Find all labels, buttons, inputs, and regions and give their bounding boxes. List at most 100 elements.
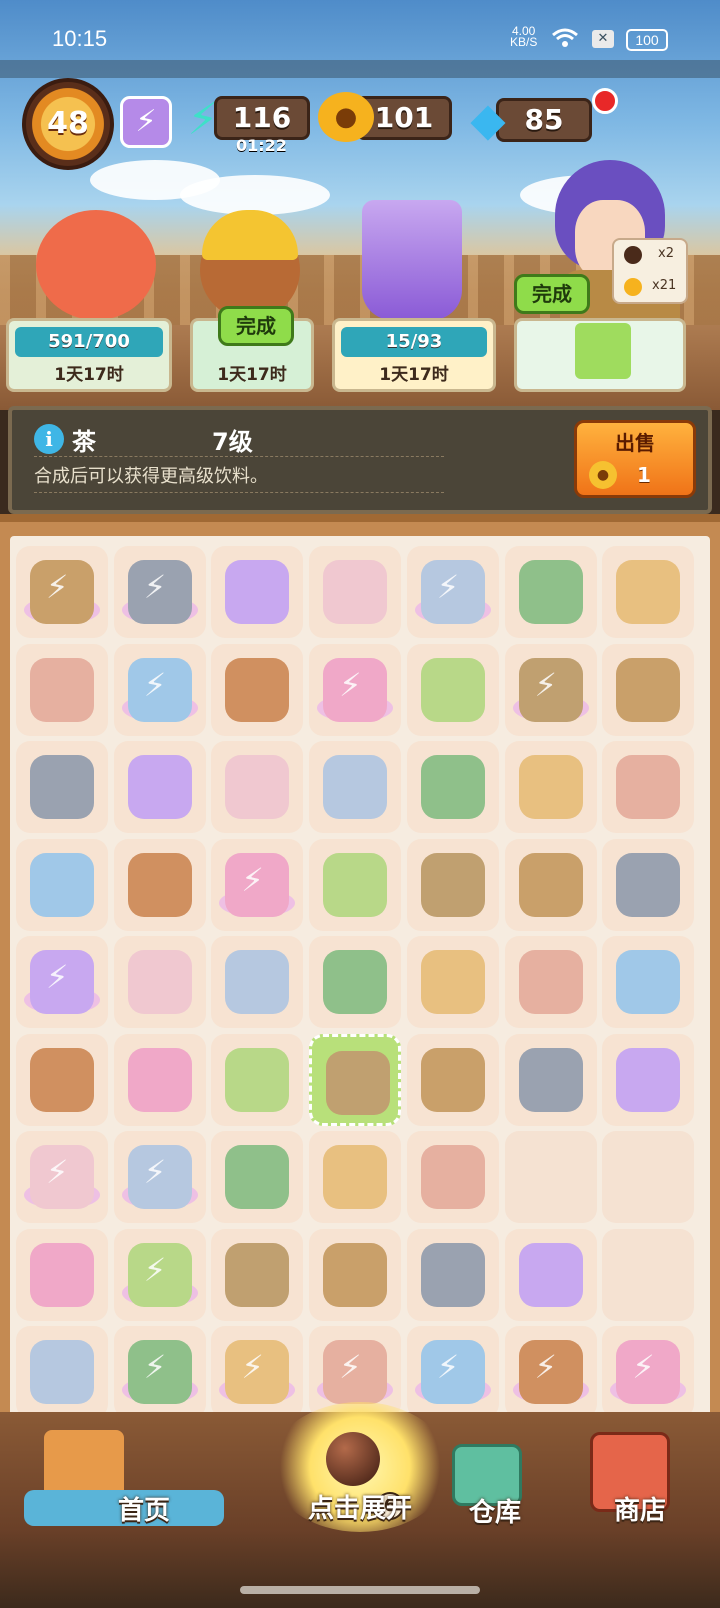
cotton-candy-generator-icon[interactable] xyxy=(127,657,192,722)
metal-grill-icon[interactable] xyxy=(518,755,583,819)
board-cell[interactable] xyxy=(504,1326,597,1418)
board-cell[interactable] xyxy=(16,1131,108,1223)
board-cell[interactable] xyxy=(406,936,499,1028)
board-cell[interactable] xyxy=(504,1228,597,1321)
board-cell[interactable] xyxy=(211,1228,304,1321)
vending-machine-icon[interactable] xyxy=(225,560,290,624)
order-card-4[interactable] xyxy=(514,318,686,392)
hand-saw-icon[interactable] xyxy=(420,657,485,722)
board-cell[interactable] xyxy=(406,838,499,931)
board-cell[interactable] xyxy=(504,1033,597,1126)
board-cell[interactable] xyxy=(406,1228,499,1321)
gem-icon[interactable]: ◆ xyxy=(460,92,516,146)
fish-icon[interactable] xyxy=(127,852,192,917)
axe-icon[interactable] xyxy=(225,1145,290,1209)
player-level-badge[interactable]: 48 xyxy=(22,78,114,170)
board-cell[interactable] xyxy=(602,546,695,638)
rake-icon[interactable] xyxy=(225,1047,290,1112)
green-sack-glow-icon[interactable] xyxy=(30,1242,94,1307)
board-cell[interactable] xyxy=(113,546,206,638)
board-cell[interactable] xyxy=(504,741,597,833)
lipstick-icon[interactable] xyxy=(30,1047,94,1112)
board-cell[interactable] xyxy=(602,1033,695,1126)
board-cell[interactable] xyxy=(211,838,304,931)
board-cell[interactable] xyxy=(113,838,206,931)
board-cell[interactable] xyxy=(16,643,108,736)
board-cell[interactable] xyxy=(602,643,695,736)
board-cell[interactable] xyxy=(16,936,108,1028)
starfish-icon[interactable] xyxy=(420,755,485,819)
board-cell[interactable] xyxy=(309,643,402,736)
bbq-grill-generator-icon[interactable] xyxy=(127,560,192,624)
wood-plank-icon[interactable] xyxy=(518,852,583,917)
energy-boost-icon[interactable]: ⚡ xyxy=(120,96,172,148)
board-cell[interactable] xyxy=(602,741,695,833)
paint-bucket-generator-icon[interactable] xyxy=(30,950,94,1014)
orb-icon[interactable] xyxy=(326,1432,380,1486)
paper-scraps-icon[interactable] xyxy=(616,950,681,1014)
screw-icon[interactable] xyxy=(127,755,192,819)
sand-castle-generator-icon[interactable] xyxy=(127,1340,192,1404)
board-cell[interactable] xyxy=(113,643,206,736)
wooden-bucket-generator-icon[interactable] xyxy=(30,560,94,624)
board-cell[interactable] xyxy=(16,838,108,931)
fish-2-icon[interactable] xyxy=(225,1242,290,1307)
board-cell[interactable] xyxy=(309,1228,402,1321)
board-cell[interactable] xyxy=(309,741,402,833)
slingshot-icon[interactable] xyxy=(323,755,388,819)
board-cell[interactable] xyxy=(406,1326,499,1418)
cotton-candy-generator-2-icon[interactable] xyxy=(225,1340,290,1404)
photo-album-icon[interactable] xyxy=(616,560,681,624)
green-sack-icon[interactable] xyxy=(616,755,681,819)
board-cell[interactable] xyxy=(113,1033,206,1126)
order-card-1[interactable]: 591/700 1天17时 xyxy=(6,318,172,392)
home-indicator[interactable] xyxy=(240,1586,480,1594)
board-cell[interactable] xyxy=(113,936,206,1028)
glove-icon[interactable] xyxy=(616,657,681,722)
string-icon[interactable] xyxy=(616,852,681,917)
complete-order-button[interactable]: 完成 xyxy=(218,306,294,346)
window-generator-icon[interactable] xyxy=(323,1340,388,1404)
cat-towel-icon[interactable] xyxy=(420,1145,485,1209)
info-icon[interactable]: i xyxy=(34,424,64,454)
board-cell[interactable] xyxy=(504,643,597,736)
treasure-chest-generator-icon[interactable] xyxy=(616,1340,681,1404)
wings-icon[interactable] xyxy=(225,657,290,722)
cookie-pile-2-icon[interactable] xyxy=(420,1242,485,1307)
board-cell[interactable] xyxy=(504,838,597,931)
board-cell[interactable] xyxy=(309,546,402,638)
board-cell[interactable] xyxy=(113,1228,206,1321)
board-cell[interactable] xyxy=(211,1033,304,1126)
nav-warehouse-button[interactable]: 仓库 xyxy=(440,1432,560,1542)
crab-icon[interactable] xyxy=(323,1242,388,1307)
board-cell[interactable] xyxy=(406,546,499,638)
yellow-cloth-icon[interactable] xyxy=(30,755,94,819)
board-cell[interactable] xyxy=(211,546,304,638)
wood-pieces-icon[interactable] xyxy=(225,950,290,1014)
board-cell[interactable] xyxy=(406,1131,499,1223)
board-cell-empty[interactable] xyxy=(504,1131,597,1223)
board-cell[interactable] xyxy=(16,1228,108,1321)
chest-generator-icon[interactable] xyxy=(518,1340,583,1404)
board-cell[interactable] xyxy=(16,546,108,638)
board-cell[interactable] xyxy=(406,741,499,833)
battery-icon[interactable] xyxy=(323,852,388,917)
teapot-icon[interactable] xyxy=(326,1050,391,1115)
bow-generator-2-icon[interactable] xyxy=(30,1145,94,1209)
fox-keychain-icon[interactable] xyxy=(225,755,290,819)
board-cell[interactable] xyxy=(211,643,304,736)
board-cell[interactable] xyxy=(211,936,304,1028)
nav-expand-label[interactable]: 点击展开 xyxy=(0,1488,720,1525)
paw-coin-icon[interactable]: ● xyxy=(318,92,374,142)
board-cell[interactable] xyxy=(211,741,304,833)
board-cell[interactable] xyxy=(211,1131,304,1223)
pink-vending-generator-icon[interactable] xyxy=(127,1145,192,1209)
board-cell[interactable] xyxy=(504,546,597,638)
slinky-icon[interactable] xyxy=(127,950,192,1014)
cat-keychain-icon[interactable] xyxy=(323,560,388,624)
gold-pouch-icon[interactable] xyxy=(127,1047,192,1112)
hand-saw-2-icon[interactable] xyxy=(518,950,583,1014)
board-cell[interactable] xyxy=(602,838,695,931)
bow-generator-icon[interactable] xyxy=(420,560,485,624)
energy-counter[interactable]: 116 xyxy=(214,96,310,140)
